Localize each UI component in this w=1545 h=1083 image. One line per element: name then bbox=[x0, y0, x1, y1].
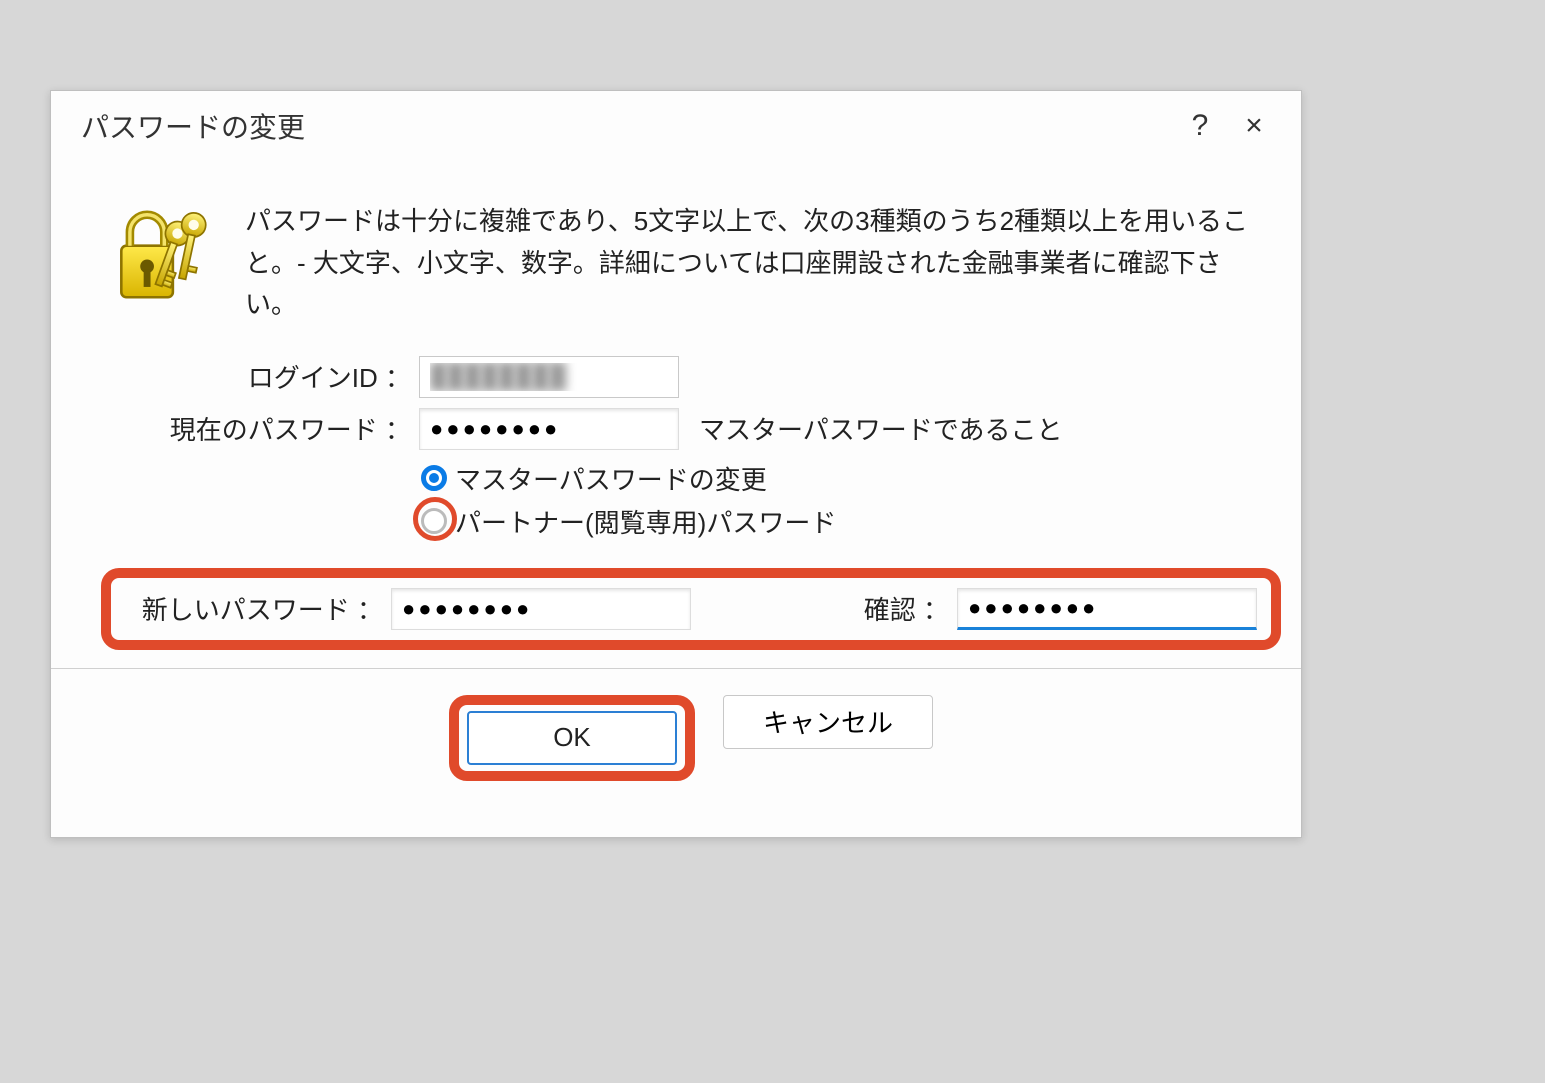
login-id-row: ログインID ： bbox=[111, 356, 1271, 398]
change-password-dialog: パスワードの変更 ? × bbox=[50, 90, 1302, 838]
dialog-title-bar: パスワードの変更 ? × bbox=[51, 91, 1301, 161]
radio-partner-label: パートナー(閲覧専用)パスワード bbox=[455, 503, 836, 540]
radio-master-label: マスターパスワードの変更 bbox=[455, 460, 767, 497]
confirm-password-label: 確認 ： bbox=[691, 590, 957, 627]
current-password-hint: マスターパスワードであること bbox=[699, 410, 1062, 447]
ok-button[interactable]: OK bbox=[467, 711, 677, 765]
lock-keys-icon bbox=[111, 201, 221, 316]
close-button[interactable]: × bbox=[1227, 109, 1281, 143]
dialog-body: パスワードは十分に複雑であり、5文字以上で、次の3種類のうち2種類以上を用いるこ… bbox=[51, 161, 1301, 837]
dialog-title: パスワードの変更 bbox=[71, 106, 1173, 146]
radio-master-password[interactable]: マスターパスワードの変更 bbox=[421, 460, 1271, 497]
login-id-field bbox=[419, 356, 679, 398]
help-button[interactable]: ? bbox=[1173, 109, 1227, 143]
cancel-button[interactable]: キャンセル bbox=[723, 695, 933, 749]
ok-button-highlight: OK bbox=[449, 695, 695, 781]
radio-selected-icon bbox=[421, 465, 447, 491]
confirm-password-field[interactable] bbox=[957, 588, 1257, 630]
intro-row: パスワードは十分に複雑であり、5文字以上で、次の3種類のうち2種類以上を用いるこ… bbox=[111, 201, 1271, 326]
radio-unselected-icon bbox=[421, 508, 447, 534]
current-password-field[interactable] bbox=[419, 408, 679, 450]
login-id-label: ログインID ： bbox=[111, 358, 419, 395]
new-password-field[interactable] bbox=[391, 588, 691, 630]
current-password-label: 現在のパスワード ： bbox=[111, 410, 419, 447]
radio-partner-password[interactable]: パートナー(閲覧専用)パスワード bbox=[421, 503, 1271, 540]
new-password-highlight: 新しいパスワード ： 確認 ： bbox=[101, 568, 1281, 650]
dialog-button-bar: OK キャンセル bbox=[111, 669, 1271, 827]
intro-text: パスワードは十分に複雑であり、5文字以上で、次の3種類のうち2種類以上を用いるこ… bbox=[245, 201, 1265, 326]
current-password-row: 現在のパスワード ： マスターパスワードであること bbox=[111, 408, 1271, 450]
password-type-radio-group: マスターパスワードの変更 パートナー(閲覧専用)パスワード bbox=[421, 460, 1271, 540]
new-password-label: 新しいパスワード ： bbox=[125, 590, 391, 627]
